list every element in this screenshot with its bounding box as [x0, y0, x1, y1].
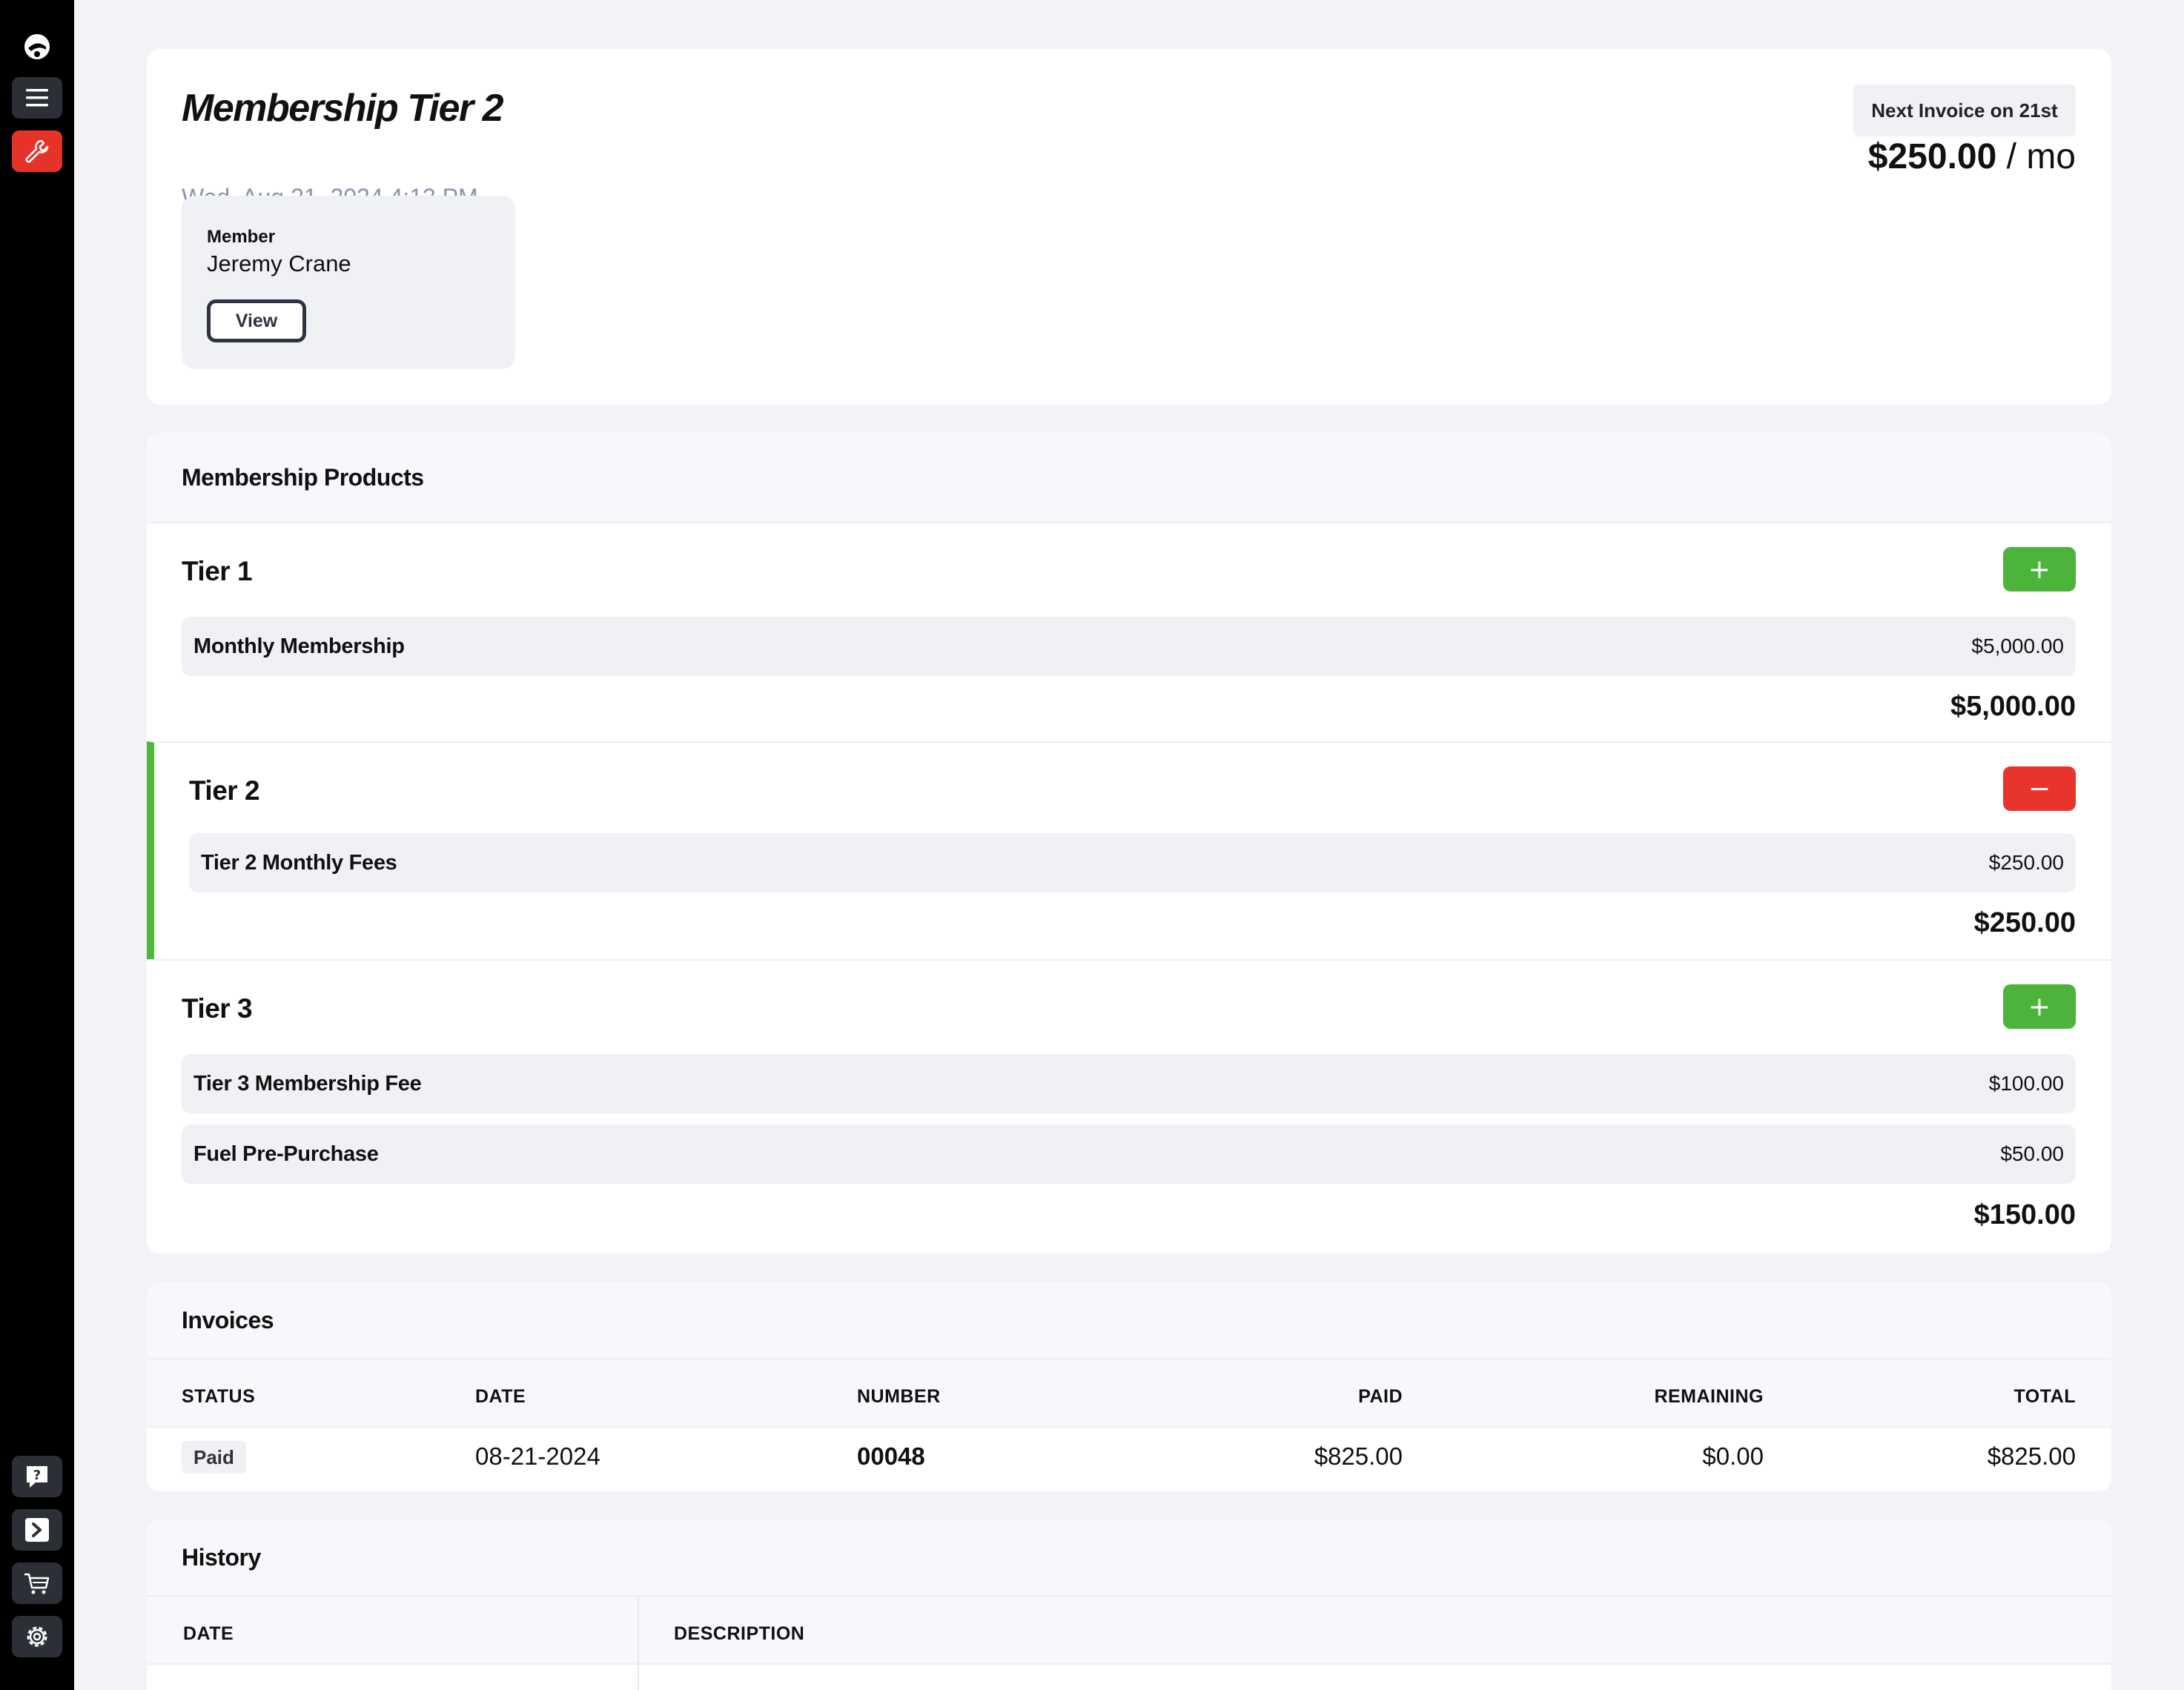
tier-subtotal: $250.00 [1973, 907, 2076, 938]
column-divider [638, 1597, 639, 1690]
tier-subtotal: $5,000.00 [1950, 691, 2076, 722]
column-header[interactable]: STATUS [182, 1386, 255, 1408]
membership-products-card: Membership Products Tier 1 + Monthly Mem… [147, 433, 2111, 1253]
price-amount: $250.00 [1867, 137, 1997, 176]
membership-header-card: Membership Tier 2 Wed, Aug 21, 2024 4:13… [147, 49, 2111, 405]
wrench-icon[interactable] [12, 130, 62, 172]
invoice-total: $825.00 [1987, 1442, 2076, 1470]
table-header: STATUS DATE NUMBER PAID REMAINING TOTAL [147, 1359, 2111, 1428]
section-title: Invoices [147, 1282, 2111, 1359]
product-name: Fuel Pre-Purchase [193, 1141, 379, 1166]
product-price: $50.00 [2000, 1142, 2064, 1165]
product-item: Monthly Membership $5,000.00 [182, 617, 2076, 676]
tier-block: Tier 3 + Tier 3 Membership Fee $100.00 F… [147, 959, 2111, 1253]
column-header[interactable]: TOTAL [2013, 1386, 2076, 1408]
product-price: $5,000.00 [1971, 634, 2064, 657]
gear-icon[interactable] [12, 1616, 62, 1657]
menu-icon[interactable] [12, 77, 62, 119]
tier-name: Tier 2 [189, 775, 260, 806]
table-row[interactable]: Paid 08-21-2024 00048 $825.00 $0.00 $825… [147, 1428, 2111, 1491]
invoice-remaining: $0.00 [1702, 1442, 1764, 1470]
tier-block: Tier 1 + Monthly Membership $5,000.00 $5… [147, 522, 2111, 741]
add-tier-button[interactable]: + [2003, 984, 2076, 1029]
svg-text:?: ? [33, 1468, 41, 1483]
product-name: Tier 2 Monthly Fees [201, 850, 397, 875]
product-price: $250.00 [1988, 851, 2064, 874]
price-period: / mo [2006, 137, 2076, 176]
section-title: History [147, 1520, 2111, 1597]
column-header[interactable]: DESCRIPTION [674, 1623, 804, 1645]
column-header[interactable]: DATE [183, 1623, 234, 1645]
invoice-number[interactable]: 00048 [857, 1442, 925, 1471]
membership-price: $250.00 / mo [1868, 136, 2076, 177]
table-header: DATE DESCRIPTION [147, 1597, 2111, 1665]
tier-subtotal: $150.00 [1973, 1199, 2076, 1230]
product-item: Fuel Pre-Purchase $50.00 [182, 1124, 2076, 1184]
sidebar-rail: ? [0, 0, 74, 1690]
column-header[interactable]: REMAINING [1654, 1386, 1764, 1408]
terminal-icon[interactable] [12, 1509, 62, 1551]
tier-name: Tier 1 [182, 556, 253, 586]
product-name: Tier 3 Membership Fee [193, 1071, 422, 1096]
member-name: Jeremy Crane [207, 251, 351, 276]
history-card: History DATE DESCRIPTION [147, 1520, 2111, 1690]
logo-icon[interactable] [12, 26, 62, 67]
remove-tier-button[interactable]: − [2003, 766, 2076, 811]
next-invoice-badge: Next Invoice on 21st [1853, 84, 2076, 136]
member-label: Member [207, 227, 276, 247]
product-item: Tier 3 Membership Fee $100.00 [182, 1054, 2076, 1113]
member-box: Member Jeremy Crane View [182, 196, 515, 369]
cart-icon[interactable] [12, 1563, 62, 1604]
product-price: $100.00 [1988, 1072, 2064, 1095]
product-item: Tier 2 Monthly Fees $250.00 [189, 833, 2076, 892]
invoices-card: Invoices STATUS DATE NUMBER PAID REMAINI… [147, 1282, 2111, 1491]
column-header[interactable]: NUMBER [857, 1386, 941, 1408]
invoice-date: 08-21-2024 [475, 1442, 600, 1470]
view-member-button[interactable]: View [207, 299, 306, 342]
page-title: Membership Tier 2 [182, 87, 504, 130]
tier-name: Tier 3 [182, 993, 253, 1024]
invoice-paid: $825.00 [1314, 1442, 1403, 1470]
column-header[interactable]: DATE [475, 1386, 526, 1408]
status-badge: Paid [182, 1441, 246, 1474]
add-tier-button[interactable]: + [2003, 547, 2076, 592]
section-title: Membership Products [147, 433, 2111, 522]
column-header[interactable]: PAID [1358, 1386, 1403, 1408]
tier-block-active: Tier 2 − Tier 2 Monthly Fees $250.00 $25… [147, 741, 2111, 959]
help-icon[interactable]: ? [12, 1456, 62, 1497]
product-name: Monthly Membership [193, 634, 405, 658]
